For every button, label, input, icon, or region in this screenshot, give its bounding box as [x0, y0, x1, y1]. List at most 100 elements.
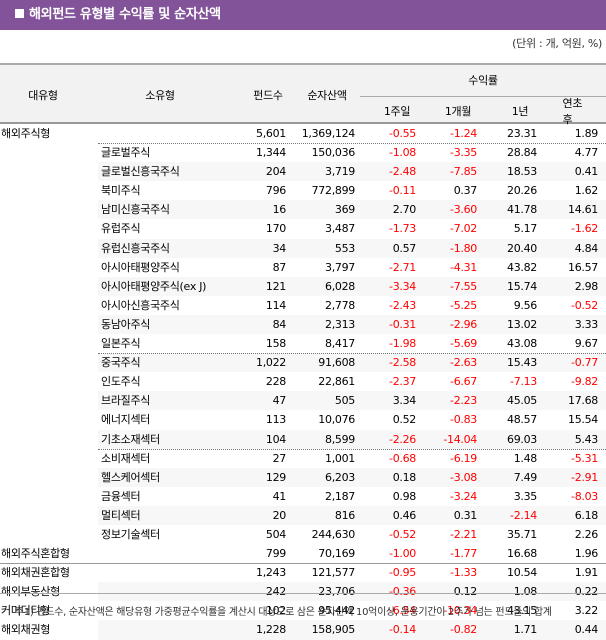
m1-cell: -6.19	[450, 451, 477, 465]
m1-cell: -1.33	[450, 566, 477, 580]
y1-cell: 48.57	[507, 413, 537, 427]
m1-cell: -3.08	[450, 470, 477, 484]
group-divider	[0, 563, 606, 565]
table-row: 유럽주식 170 3,487 -1.73 -7.02 5.17 -1.62	[0, 219, 606, 238]
minor-type-cell: 글로벌주식	[101, 146, 151, 160]
assets-cell: 150,036	[311, 146, 356, 160]
footer-divider	[0, 593, 606, 594]
m1-cell: -4.31	[450, 260, 477, 274]
funds-cell: 121	[265, 279, 286, 293]
m1-cell: -3.35	[450, 146, 477, 160]
funds-cell: 27	[272, 451, 287, 465]
assets-cell: 10,076	[318, 413, 355, 427]
ytd-cell: 3.22	[574, 604, 599, 618]
minor-type-cell: 에너지섹터	[101, 413, 151, 427]
table-row: 헬스케어섹터 129 6,203 0.18 -3.08 7.49 -2.91	[0, 467, 606, 487]
m1-cell: -2.63	[450, 356, 477, 370]
m1-cell: -1.80	[450, 241, 477, 255]
w1-cell: -2.58	[389, 356, 416, 370]
ytd-cell: -2.91	[571, 470, 598, 484]
m1-cell: -5.25	[450, 298, 477, 312]
w1-cell: -1.98	[389, 337, 416, 351]
y1-cell: 5.17	[513, 222, 538, 236]
funds-cell: 170	[265, 222, 286, 236]
y1-cell: 41.78	[507, 203, 537, 217]
funds-cell: 1,243	[256, 566, 286, 580]
ytd-cell: 16.57	[568, 260, 598, 274]
y1-cell: 3.35	[513, 489, 538, 503]
assets-cell: 6,028	[325, 279, 355, 293]
funds-cell: 799	[265, 547, 286, 561]
ytd-cell: 1.62	[574, 184, 599, 198]
minor-type-cell: 금융섹터	[101, 489, 141, 503]
ytd-cell: 4.77	[574, 146, 599, 160]
assets-cell: 121,577	[311, 566, 356, 580]
ytd-cell: 2.98	[574, 279, 599, 293]
w1-cell: -0.31	[389, 317, 416, 331]
table-row: 유럽신흥국주식 34 553 0.57 -1.80 20.40 4.84	[0, 238, 606, 258]
funds-cell: 158	[265, 337, 286, 351]
m1-cell: -0.83	[450, 413, 477, 427]
minor-type-cell: 소비재섹터	[101, 451, 151, 465]
table-row: 중국주식 1,022 91,608 -2.58 -2.63 15.43 -0.77	[0, 353, 606, 373]
minor-type-cell: 중국주식	[101, 356, 141, 370]
m1-cell: -7.02	[450, 222, 477, 236]
y1-cell: 43.08	[507, 337, 537, 351]
m1-cell: 0.31	[453, 508, 478, 522]
w1-cell: -0.11	[389, 184, 416, 198]
y1-cell: 23.31	[507, 127, 537, 140]
ytd-cell: -0.77	[571, 356, 598, 370]
funds-cell: 16	[272, 203, 287, 217]
assets-cell: 3,487	[325, 222, 355, 236]
y1-cell: 7.49	[513, 470, 538, 484]
assets-cell: 2,187	[325, 489, 355, 503]
w1-cell: -0.68	[389, 451, 416, 465]
w1-cell: -1.00	[389, 547, 416, 561]
y1-cell: 1.71	[513, 623, 538, 637]
table-row: 일본주식 158 8,417 -1.98 -5.69 43.08 9.67	[0, 334, 606, 353]
m1-cell: -2.96	[450, 317, 477, 331]
assets-cell: 6,203	[325, 470, 355, 484]
y1-cell: 20.40	[507, 241, 537, 255]
table-row: 동남아주식 84 2,313 -0.31 -2.96 13.02 3.33	[0, 314, 606, 335]
m1-cell: -5.69	[450, 337, 477, 351]
minor-type-cell: 아시아태평양주식(ex J)	[101, 279, 207, 293]
minor-type-cell: 인도주식	[101, 375, 141, 389]
w1-cell: -0.95	[389, 566, 416, 580]
table-row: 해외채권형 1,228 158,905 -0.14 -0.82 1.71 0.44	[0, 620, 606, 640]
assets-cell: 369	[334, 203, 355, 217]
header-returns: 수익률	[468, 74, 498, 87]
footnote: 주1) 펀드수, 순자산액은 해당유형 가중평균수익률을 계산시 대상으로 삼은…	[15, 607, 552, 618]
w1-cell: -3.34	[389, 279, 416, 293]
table-row: 해외부동산형 242 23,706 -0.36 0.12 1.08 0.22	[0, 582, 606, 602]
y1-cell: -7.13	[510, 375, 537, 389]
table-row: 아시아태평양주식 87 3,797 -2.71 -4.31 43.82 16.57	[0, 258, 606, 277]
major-type-cell: 해외주식혼합형	[1, 547, 70, 561]
w1-cell: 0.46	[392, 508, 417, 522]
minor-type-cell: 기초소재섹터	[101, 432, 160, 446]
assets-cell: 1,001	[325, 451, 355, 465]
funds-cell: 84	[272, 317, 287, 331]
w1-cell: -2.37	[389, 375, 416, 389]
y1-cell: 13.02	[507, 317, 537, 331]
assets-cell: 2,313	[325, 317, 355, 331]
w1-cell: -1.73	[389, 222, 416, 236]
y1-cell: 9.56	[513, 298, 538, 312]
table-row: 에너지섹터 113 10,076 0.52 -0.83 48.57 15.54	[0, 410, 606, 429]
ytd-cell: 15.54	[568, 413, 598, 427]
funds-cell: 796	[265, 184, 286, 198]
minor-type-cell: 북미주식	[101, 184, 141, 198]
table-row: 소비재섹터 27 1,001 -0.68 -6.19 1.48 -5.31	[0, 449, 606, 468]
y1-cell: 45.05	[507, 394, 537, 408]
table-row: 글로벌신흥국주식 204 3,719 -2.48 -7.85 18.53 0.41	[0, 162, 606, 182]
y1-cell: 69.03	[507, 432, 537, 446]
assets-cell: 70,169	[318, 547, 355, 561]
table-row: 글로벌주식 1,344 150,036 -1.08 -3.35 28.84 4.77	[0, 143, 606, 162]
m1-cell: 0.37	[453, 184, 478, 198]
ytd-cell: -1.62	[571, 222, 598, 236]
m1-cell: -6.67	[450, 375, 477, 389]
funds-cell: 242	[265, 585, 286, 599]
ytd-cell: 4.84	[574, 241, 599, 255]
table-row: 해외주식형 5,601 1,369,124 -0.55 -1.24 23.31 1.89	[0, 124, 606, 143]
funds-cell: 47	[272, 394, 287, 408]
